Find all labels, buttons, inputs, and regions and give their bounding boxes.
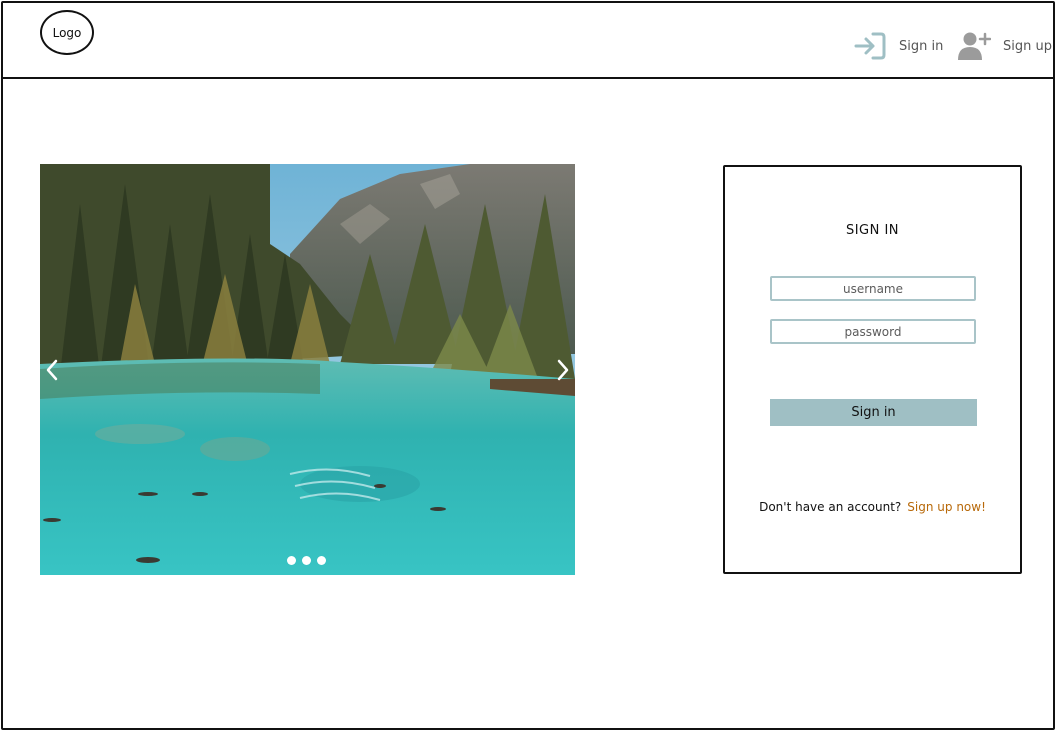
carousel-next-button[interactable] — [553, 355, 573, 385]
sign-in-title: SIGN IN — [845, 223, 900, 238]
logo-text: Logo — [52, 25, 82, 40]
password-input[interactable] — [770, 319, 976, 344]
nav-sign-in-label: Sign in — [899, 38, 944, 54]
sign-in-panel: SIGN IN Sign in Don't have an account? Si… — [723, 165, 1022, 574]
username-input[interactable] — [770, 276, 976, 301]
nav-sign-up-label: Sign up — [1003, 38, 1052, 54]
carousel-indicators — [287, 556, 326, 565]
top-navbar: Logo Sign in Sign up — [1, 1, 1055, 79]
chevron-right-icon — [553, 359, 573, 389]
carousel-dot-3[interactable] — [317, 556, 326, 565]
nav-sign-in-link[interactable]: Sign in — [853, 31, 943, 61]
image-carousel[interactable] — [40, 164, 575, 575]
sign-up-now-link[interactable]: Sign up now! — [907, 500, 986, 514]
no-account-text: Don't have an account? — [759, 500, 902, 514]
sign-in-button[interactable]: Sign in — [770, 399, 977, 426]
add-user-icon — [957, 31, 991, 61]
carousel-dot-2[interactable] — [302, 556, 311, 565]
sign-in-arrow-icon — [853, 31, 887, 61]
carousel-slide-image — [40, 164, 575, 575]
signup-prompt: Don't have an account? Sign up now! — [725, 500, 1020, 514]
logo[interactable]: Logo — [40, 10, 94, 55]
carousel-prev-button[interactable] — [42, 355, 62, 385]
carousel-dot-1[interactable] — [287, 556, 296, 565]
chevron-left-icon — [42, 359, 62, 389]
nav-sign-up-link[interactable]: Sign up — [957, 31, 1052, 61]
